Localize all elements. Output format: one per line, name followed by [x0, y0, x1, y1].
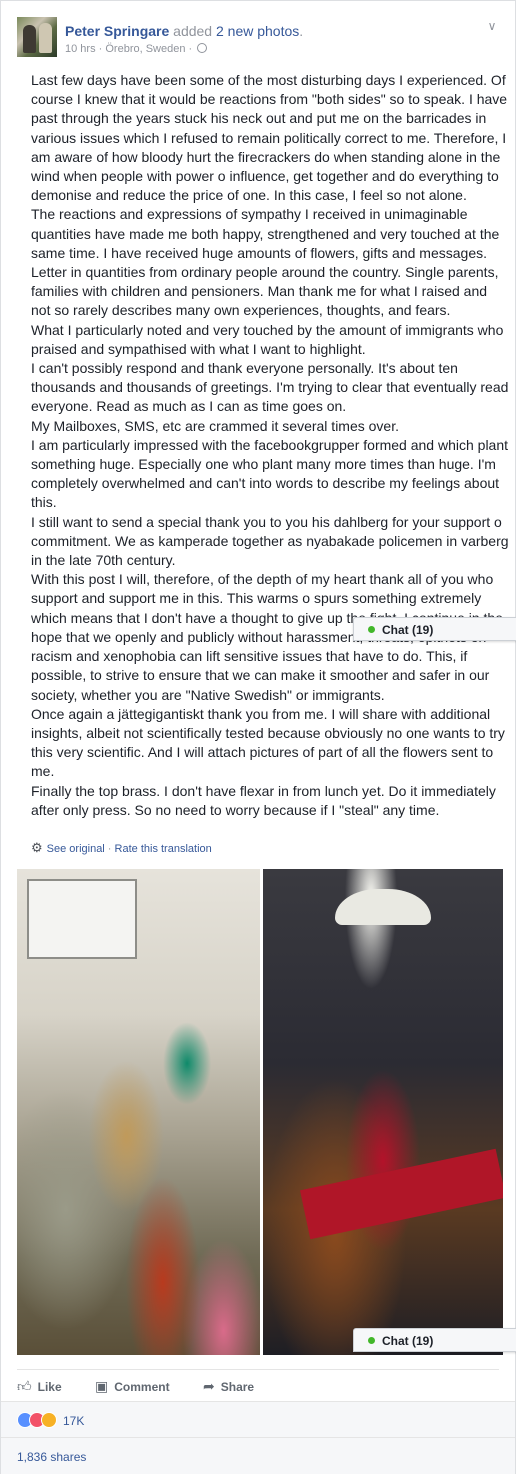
- post-header: Peter Springare added 2 new photos. 10 h…: [17, 15, 499, 61]
- post-paragraph: I still want to send a special thank you…: [31, 513, 509, 569]
- share-icon: ➦: [203, 1378, 215, 1394]
- post-photo-roses-table[interactable]: [263, 869, 503, 1355]
- avatar-figure: [23, 25, 36, 53]
- facebook-post: Peter Springare added 2 new photos. 10 h…: [0, 0, 516, 1474]
- translation-separator: ·: [104, 843, 115, 855]
- chat-label: Chat (19): [382, 623, 434, 637]
- action-text: added: [169, 23, 216, 39]
- post-paragraph: Once again a jättegigantiskt thank you f…: [31, 705, 505, 780]
- comment-icon: ▣: [95, 1378, 109, 1394]
- meta-separator: ·: [95, 43, 106, 55]
- rate-translation-link[interactable]: Rate this translation: [115, 843, 212, 855]
- author-name[interactable]: Peter Springare: [65, 23, 169, 39]
- post-meta: 10 hrs · Örebro, Sweden ·: [65, 43, 208, 55]
- whiteboard-shape: [27, 879, 137, 959]
- online-status-icon: [368, 626, 375, 633]
- wow-reaction-icon: [41, 1412, 57, 1428]
- table-runner-shape: [299, 1148, 503, 1240]
- online-status-icon: [368, 1337, 375, 1344]
- author-avatar[interactable]: [17, 17, 57, 57]
- post-paragraph: The reactions and expressions of sympath…: [31, 206, 500, 319]
- post-location[interactable]: Örebro, Sweden: [105, 43, 185, 55]
- translation-bar: ⚙ See original · Rate this translation: [31, 840, 212, 856]
- avatar-figure: [39, 23, 52, 53]
- post-paragraph: Finally the top brass. I don't have flex…: [31, 782, 496, 818]
- post-paragraph: What I particularly noted and very touch…: [31, 321, 504, 357]
- post-timestamp[interactable]: 10 hrs: [65, 43, 96, 55]
- comment-label: Comment: [114, 1380, 170, 1394]
- share-button[interactable]: ➦ Share: [203, 1378, 254, 1395]
- post-paragraph: I am particularly impressed with the fac…: [31, 436, 509, 511]
- chat-tab[interactable]: Chat (19): [353, 1328, 516, 1352]
- globe-icon[interactable]: [197, 43, 208, 53]
- chat-tab[interactable]: Chat (19): [353, 617, 516, 641]
- like-label: Like: [37, 1380, 62, 1394]
- post-paragraph: Last few days have been some of the most…: [31, 72, 508, 204]
- gear-icon[interactable]: ⚙: [31, 840, 43, 855]
- post-photo-flowers-office[interactable]: [17, 869, 260, 1355]
- chat-label: Chat (19): [382, 1334, 434, 1348]
- reactions-bar[interactable]: 17K: [1, 1401, 515, 1437]
- post-actions: 👍︎ Like ▣ Comment ➦ Share: [17, 1369, 499, 1397]
- post-body: Last few days have been some of the most…: [31, 71, 509, 820]
- share-count[interactable]: 1,836 shares: [17, 1450, 86, 1464]
- meta-separator: ·: [185, 43, 196, 55]
- reaction-count[interactable]: 17K: [63, 1414, 84, 1428]
- see-original-link[interactable]: See original: [47, 843, 105, 855]
- comment-button[interactable]: ▣ Comment: [95, 1378, 170, 1395]
- chevron-down-icon[interactable]: ∨: [485, 19, 499, 33]
- shares-bar: 1,836 shares: [1, 1437, 515, 1474]
- like-button[interactable]: 👍︎ Like: [17, 1378, 62, 1395]
- share-label: Share: [220, 1380, 255, 1394]
- post-paragraph: My Mailboxes, SMS, etc are crammed it se…: [31, 417, 399, 434]
- post-title: Peter Springare added 2 new photos.: [65, 23, 303, 39]
- title-period: .: [299, 23, 304, 39]
- lamp-shape: [335, 889, 431, 925]
- photos-link[interactable]: 2 new photos: [216, 23, 299, 39]
- thumbs-up-icon: 👍︎: [17, 1378, 32, 1394]
- post-paragraph: I can't possibly respond and thank every…: [31, 360, 509, 415]
